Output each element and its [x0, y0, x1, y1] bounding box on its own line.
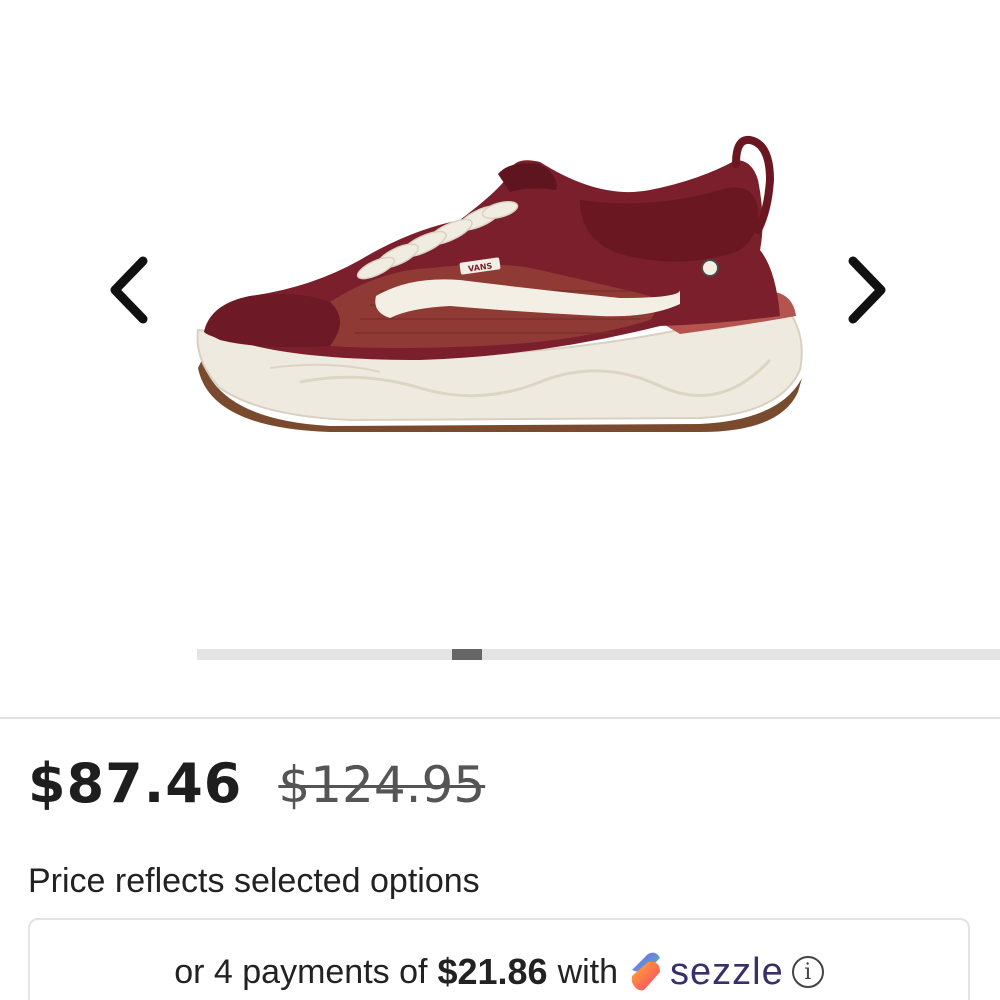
original-price: $124.95	[278, 756, 486, 814]
chevron-left-icon	[110, 256, 148, 324]
shoe-illustration: VANS	[196, 135, 803, 432]
gallery-scrollbar[interactable]	[197, 649, 1000, 660]
sezzle-line: or 4 payments of $21.86 with sezzle i	[30, 950, 968, 994]
product-gallery: VANS	[0, 0, 1000, 700]
chevron-right-icon	[848, 256, 886, 324]
info-icon[interactable]: i	[791, 956, 824, 988]
info-glyph: i	[804, 959, 812, 985]
previous-image-button[interactable]	[100, 248, 160, 332]
sale-price: $87.46	[28, 752, 243, 815]
sezzle-amount: $21.86	[437, 951, 548, 992]
next-image-button[interactable]	[836, 248, 896, 332]
sezzle-prefix: or 4 payments of	[174, 952, 428, 991]
gallery-scrollbar-thumb[interactable]	[452, 649, 482, 660]
product-image[interactable]: VANS	[180, 120, 820, 450]
section-divider	[0, 717, 1000, 719]
sezzle-with: with	[557, 952, 619, 991]
sezzle-logo-icon	[632, 952, 661, 991]
price-row: $87.46 $124.95	[28, 752, 485, 815]
sezzle-installment-box[interactable]: or 4 payments of $21.86 with sezzle i	[28, 918, 970, 1000]
product-page: VANS $87.46 $124.95 Price reflects selec…	[0, 0, 1000, 1000]
sezzle-brand: sezzle	[670, 950, 784, 993]
price-note: Price reflects selected options	[28, 862, 480, 900]
